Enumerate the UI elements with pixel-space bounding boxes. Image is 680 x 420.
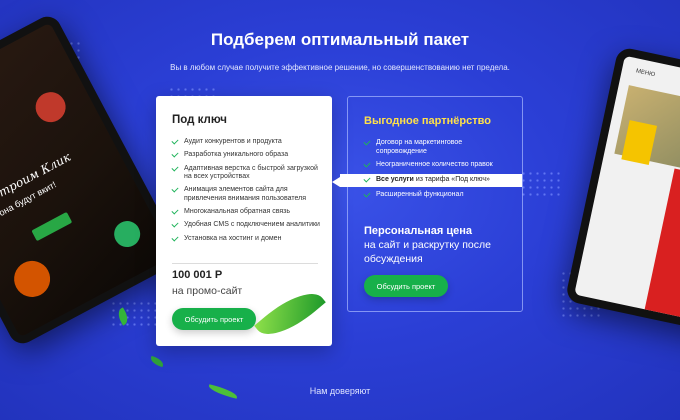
check-icon — [363, 160, 371, 168]
personal-price-title: Персональная цена — [364, 225, 472, 237]
feature-label: Договор на маркетинговое сопровождение — [376, 139, 463, 155]
right-tablet-red-panel — [643, 168, 680, 325]
greens-image — [109, 216, 145, 252]
personal-price-block: Персональная цена на сайт и раскрутку по… — [364, 224, 514, 266]
feature-label: Расширенный функционал — [376, 191, 464, 199]
discuss-project-button[interactable]: Обсудить проект — [172, 308, 256, 330]
feature-list: Договор на маркетинговое сопровождение Н… — [332, 138, 522, 205]
feature-label: из тарифа «Под ключ» — [413, 176, 490, 184]
feature-item: Расширенный функционал — [363, 190, 514, 200]
feature-item: Удобная CMS с подключением аналитики — [171, 220, 322, 230]
page-subtitle: Вы в любом случае получите эффективное р… — [170, 63, 510, 72]
feature-item: Адаптивная верстка с быстрой загрузкой н… — [171, 164, 322, 182]
check-icon — [363, 175, 371, 183]
check-icon — [363, 138, 371, 146]
price-note: на промо-сайт — [172, 285, 243, 297]
personal-price-text: на сайт и раскрутку после обсуждения — [364, 239, 491, 265]
feature-item: Аудит конкурентов и продукта — [171, 137, 322, 147]
feature-item: Анимация элементов сайта для привлечения… — [171, 185, 322, 203]
dot-pattern — [520, 170, 560, 200]
feature-label-bold: Все услуги — [376, 176, 414, 184]
tomato-image — [30, 86, 71, 128]
feature-item-highlighted: Все услуги из тарифа «Под ключ» — [332, 174, 522, 188]
check-icon — [171, 234, 179, 242]
check-icon — [171, 150, 179, 158]
feature-list: Аудит конкурентов и продукта Разработка … — [171, 137, 322, 248]
feature-label: Адаптивная верстка с быстрой загрузкой н… — [184, 164, 318, 181]
discuss-project-button[interactable]: Обсудить проект — [364, 275, 448, 297]
check-icon — [363, 190, 371, 198]
page-title: Подберем оптимальный пакет — [210, 30, 470, 49]
check-icon — [171, 137, 179, 145]
left-tablet-button — [31, 211, 73, 242]
check-icon — [171, 164, 179, 172]
pricing-card-partnership: Выгодное партнёрство Договор на маркетин… — [332, 96, 523, 312]
trusted-by-heading: Нам доверяют — [309, 386, 371, 396]
check-icon — [171, 207, 179, 215]
feature-item: Неограниченное количество правок — [363, 160, 514, 170]
check-icon — [171, 185, 179, 193]
feature-label: Разработка уникального образа — [184, 151, 289, 159]
divider — [172, 263, 318, 264]
feature-label: Анимация элементов сайта для привлечения… — [184, 186, 306, 202]
vegetable-image — [7, 254, 57, 304]
pointer-arrow — [332, 177, 340, 188]
price: 100 001 Р — [172, 269, 223, 281]
card-title: Выгодное партнёрство — [364, 115, 491, 127]
feature-label: Неограниченное количество правок — [376, 160, 493, 168]
card-title: Под ключ — [172, 114, 227, 126]
feature-item: Многоканальная обратная связь — [171, 207, 322, 217]
feature-item: Установка на хостинг и домен — [171, 234, 322, 244]
check-icon — [171, 220, 179, 229]
feature-item: Разработка уникального образа — [171, 150, 322, 160]
feature-label: Аудит конкурентов и продукта — [184, 138, 282, 145]
feature-label: Многоканальная обратная связь — [184, 208, 290, 216]
feature-label: Удобная CMS с подключением аналитики — [184, 221, 320, 229]
feature-label: Установка на хостинг и домен — [184, 234, 282, 242]
feature-item: Договор на маркетинговое сопровождение — [363, 138, 514, 156]
